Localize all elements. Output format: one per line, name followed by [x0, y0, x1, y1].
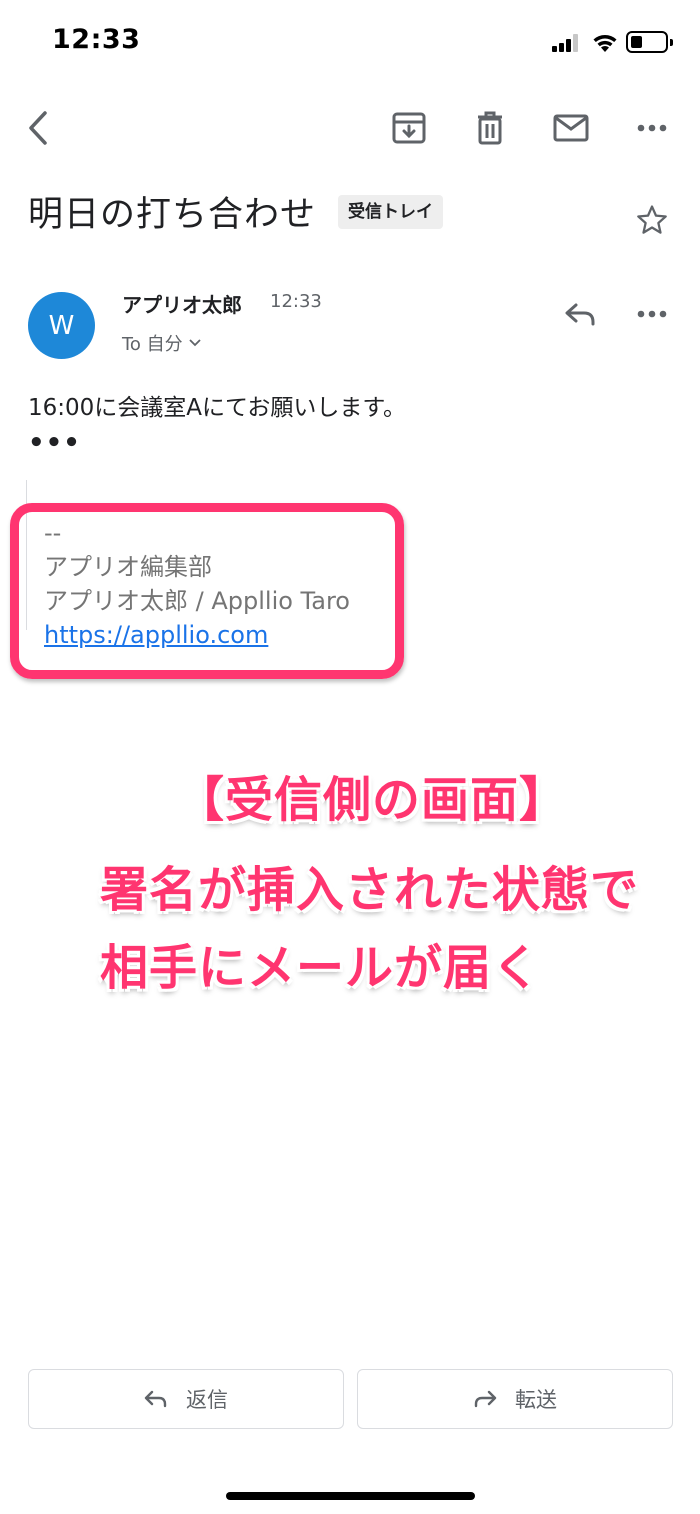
status-time: 12:33: [52, 24, 141, 55]
forward-button[interactable]: 転送: [357, 1369, 673, 1429]
archive-icon: [392, 112, 426, 144]
back-icon: [29, 111, 47, 145]
annotation-line-2: 署名が挿入された状態で: [100, 862, 640, 918]
email-subject: 明日の打ち合わせ: [28, 195, 317, 235]
star-icon: [637, 205, 667, 234]
annotation-heading: 【受信側の画面】: [176, 772, 569, 828]
more-horizontal-icon: [637, 310, 667, 318]
delete-button[interactable]: [466, 104, 514, 152]
signature-highlight-box: [10, 503, 404, 679]
reply-icon: [565, 303, 595, 326]
inbox-label-chip[interactable]: 受信トレイ: [338, 195, 443, 229]
sent-time: 12:33: [270, 291, 322, 312]
chevron-down-icon: [189, 339, 201, 347]
toolbar: [0, 96, 700, 160]
annotation-line-3: 相手にメールが届く: [100, 940, 542, 996]
forward-button-label: 転送: [515, 1388, 557, 1412]
recipient-label: To 自分: [122, 334, 183, 355]
mail-icon: [553, 114, 589, 142]
archive-button[interactable]: [385, 104, 433, 152]
wifi-icon: [593, 35, 617, 52]
reply-icon: [144, 1390, 167, 1408]
battery-icon: [626, 31, 673, 53]
sender-name: アプリオ太郎: [122, 293, 242, 317]
status-bar: 12:33: [0, 0, 700, 88]
show-quoted-text-button[interactable]: •••: [28, 428, 81, 458]
message-more-button[interactable]: [628, 290, 676, 338]
back-button[interactable]: [14, 104, 62, 152]
more-horizontal-icon: [637, 124, 667, 132]
forward-icon: [474, 1390, 497, 1408]
reply-button-label: 返信: [186, 1388, 228, 1412]
reply-button[interactable]: 返信: [28, 1369, 344, 1429]
recipient-details-toggle[interactable]: To 自分: [122, 330, 201, 356]
home-indicator[interactable]: [226, 1492, 475, 1500]
email-body: 16:00に会議室Aにてお願いします。: [28, 395, 407, 421]
mark-unread-button[interactable]: [547, 104, 595, 152]
reply-icon-button[interactable]: [556, 290, 604, 338]
sender-avatar: W: [28, 292, 95, 359]
trash-icon: [478, 111, 502, 145]
star-button[interactable]: [632, 200, 672, 240]
more-options-button[interactable]: [628, 104, 676, 152]
cellular-signal-icon: [552, 34, 582, 52]
